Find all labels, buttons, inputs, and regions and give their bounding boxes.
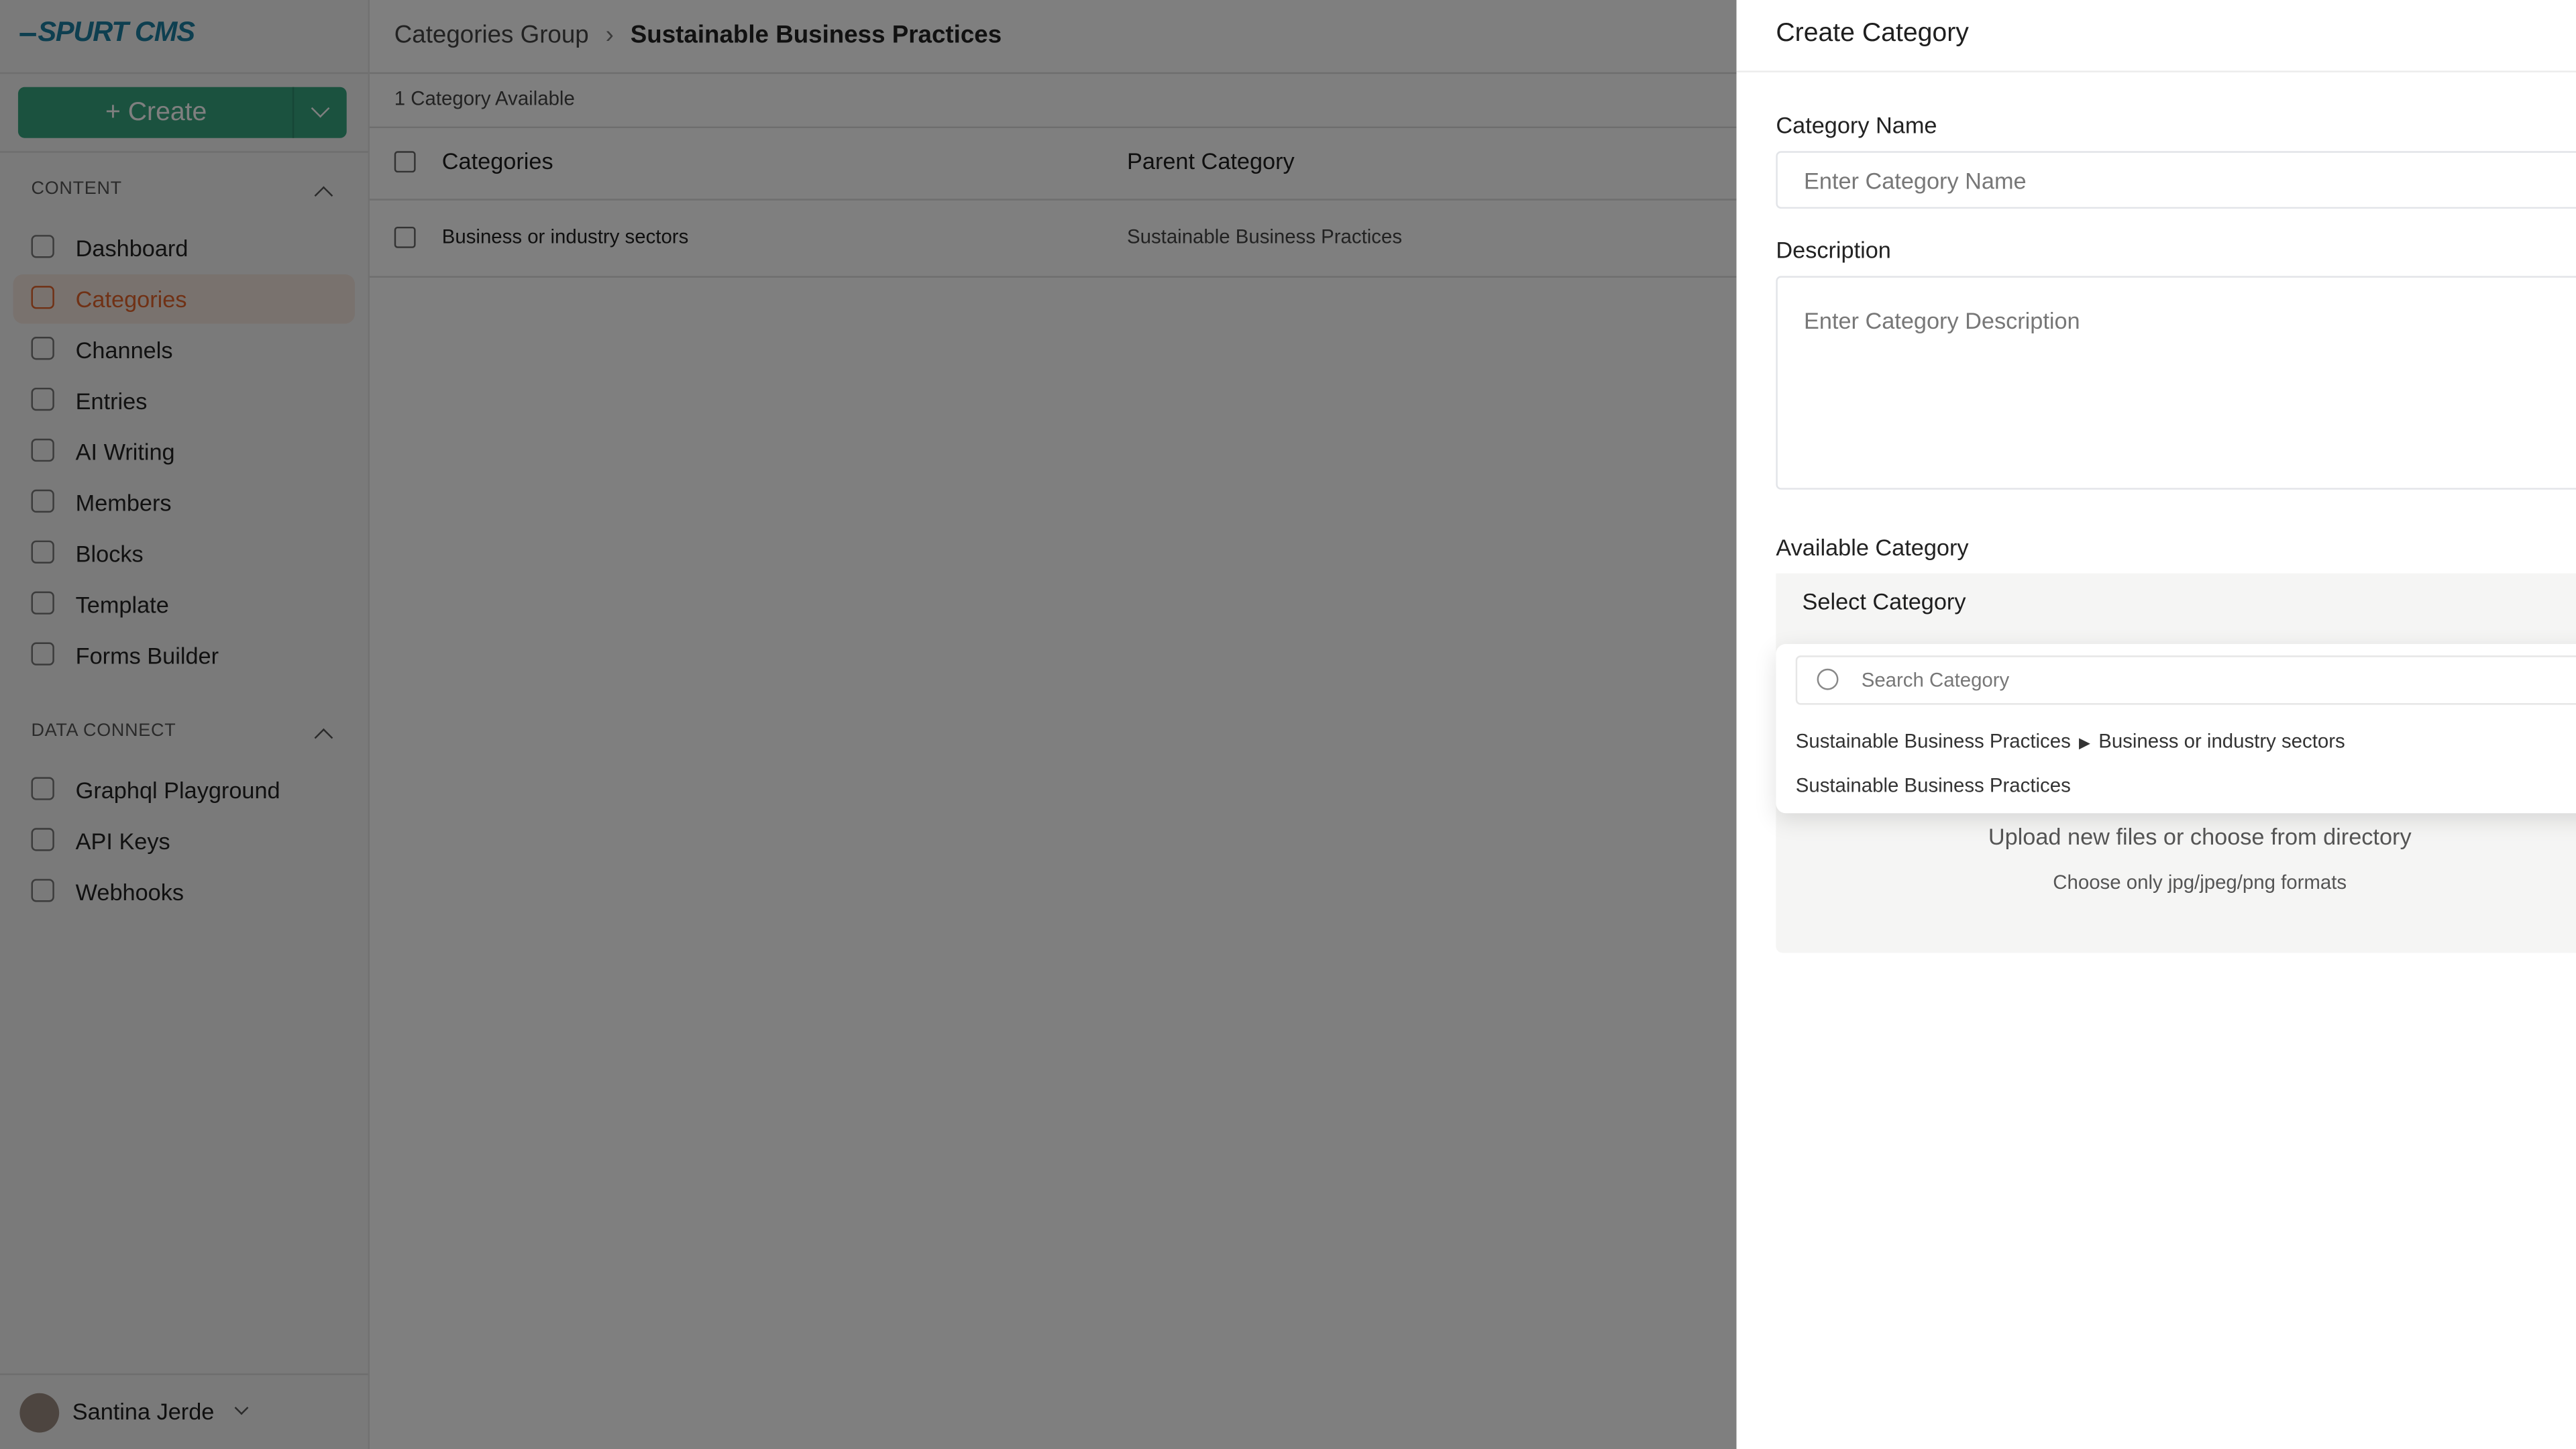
create-category-panel: Create Category Category Name Enter Cate…: [1736, 0, 2576, 1449]
category-name-label: Category Name: [1776, 111, 1937, 138]
placeholder: Enter Category Description: [1804, 307, 2080, 334]
option-child: Business or industry sectors: [2098, 729, 2345, 753]
category-option[interactable]: Sustainable Business Practices ▶ Business …: [1796, 729, 2345, 752]
description-label: Description: [1776, 236, 1891, 263]
available-category-label: Available Category: [1776, 533, 1969, 561]
option-parent: Sustainable Business Practices: [1795, 773, 2071, 797]
category-dropdown: Search Category Sustainable Business Pra…: [1776, 644, 2576, 814]
search-icon: [1817, 668, 1839, 690]
placeholder: Enter Category Name: [1804, 167, 2027, 194]
caret-right-icon: ▶: [2079, 734, 2090, 751]
panel-title: Create Category: [1776, 19, 1969, 48]
divider: [1736, 70, 2576, 72]
upload-text: Upload new files or choose from director…: [1988, 822, 2412, 850]
category-select[interactable]: Select Category: [1776, 573, 2576, 631]
category-name-input[interactable]: Enter Category Name: [1776, 151, 2576, 209]
option-parent: Sustainable Business Practices: [1795, 729, 2071, 753]
description-textarea[interactable]: Enter Category Description: [1776, 276, 2576, 490]
select-value: Select Category: [1802, 588, 1966, 614]
modal-backdrop[interactable]: [0, 0, 1737, 1449]
category-option[interactable]: Sustainable Business Practices: [1796, 773, 2071, 796]
placeholder: Search Category: [1861, 668, 2010, 692]
search-category-input[interactable]: Search Category: [1795, 655, 2576, 705]
upload-hint: Choose only jpg/jpeg/png formats: [2053, 870, 2347, 894]
